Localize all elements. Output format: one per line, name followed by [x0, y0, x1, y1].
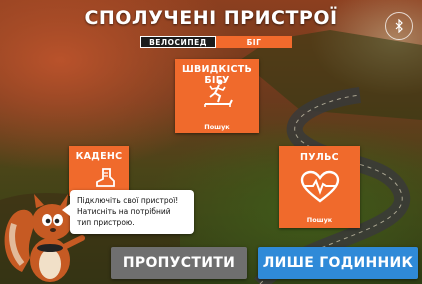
sport-tabs: ВЕЛОСИПЕД БІГ: [140, 36, 292, 48]
tab-running[interactable]: БІГ: [216, 36, 292, 48]
tab-cycling[interactable]: ВЕЛОСИПЕД: [140, 36, 216, 48]
device-card-status: Пошук: [306, 216, 333, 224]
device-card-title: ПУЛЬС: [300, 152, 339, 163]
bluetooth-button[interactable]: [385, 12, 413, 40]
heart-pulse-icon: [300, 170, 339, 203]
pair-devices-screen: СПОЛУЧЕНІ ПРИСТРОЇ ВЕЛОСИПЕД БІГ ШВИДКІС…: [0, 0, 422, 284]
tip-line: Підключіть свої пристрої!: [77, 196, 179, 205]
skip-button[interactable]: ПРОПУСТИТИ: [111, 247, 247, 279]
device-card-speed[interactable]: ШВИДКІСТЬ БІГУ Пошук: [175, 59, 259, 133]
tip-line: тип пристрою.: [77, 218, 135, 227]
device-card-title: КАДЕНС: [75, 151, 123, 162]
bubble-tail: [62, 204, 70, 216]
treadmill-runner-icon: [204, 79, 233, 107]
shoe-icon: [96, 168, 115, 187]
bluetooth-icon: [395, 19, 403, 33]
device-card-heart-rate[interactable]: ПУЛЬС Пошук: [279, 146, 360, 228]
tip-line: Натисніть на потрібний: [77, 207, 171, 216]
tip-bubble: Підключіть свої пристрої! Натисніть на п…: [62, 190, 194, 234]
device-card-status: Пошук: [204, 123, 230, 131]
page-title: СПОЛУЧЕНІ ПРИСТРОЇ: [84, 7, 338, 29]
watch-only-button[interactable]: ЛИШЕ ГОДИННИК: [258, 247, 418, 279]
